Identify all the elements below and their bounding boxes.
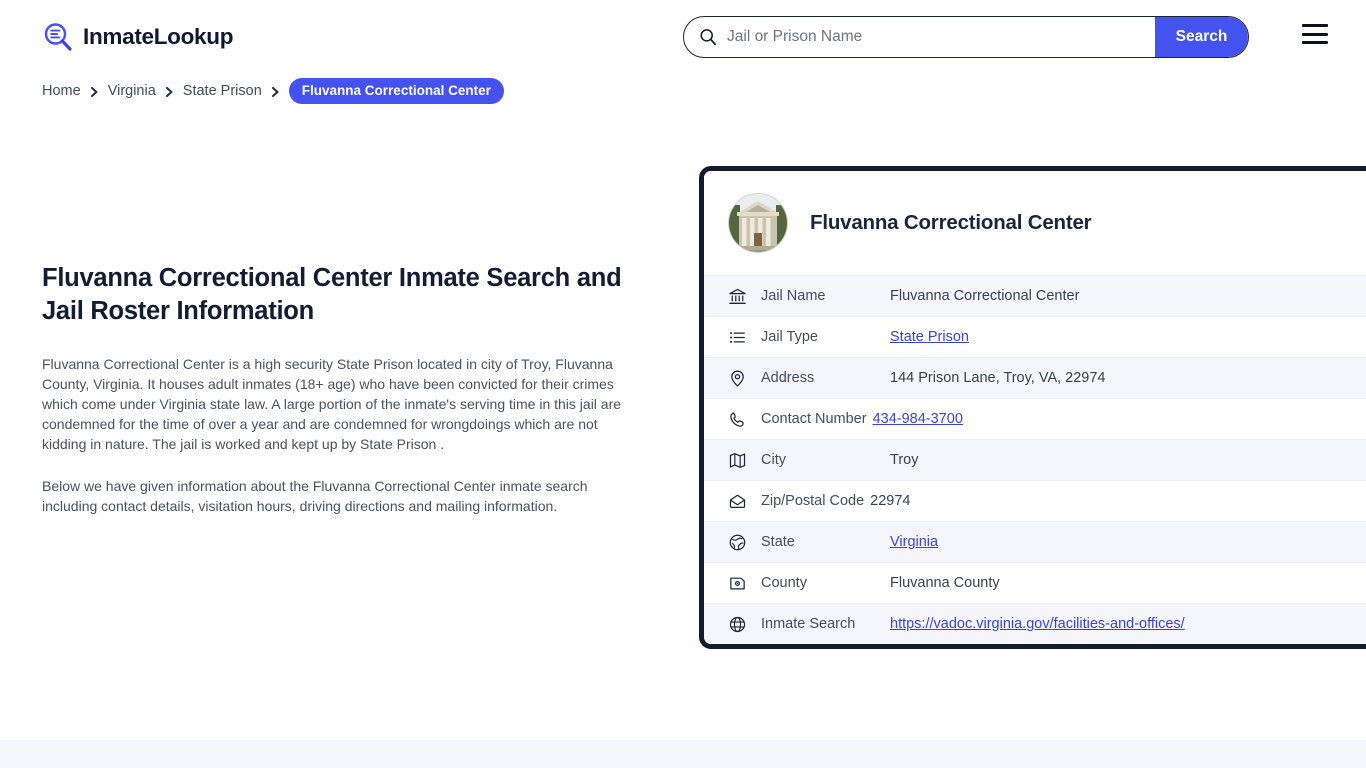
table-row: Jail Name Fluvanna Correctional Center	[704, 275, 1366, 316]
search-icon	[699, 28, 717, 46]
phone-icon	[728, 410, 747, 429]
table-row: Contact Number 434-984-3700	[704, 398, 1366, 439]
map-icon	[728, 451, 747, 470]
row-label: County	[761, 575, 884, 591]
footer-section-strip	[0, 740, 1366, 768]
row-value-link[interactable]: 434-984-3700	[873, 411, 963, 427]
secondary-paragraph: Below we have given information about th…	[42, 476, 638, 516]
table-row: Address 144 Prison Lane, Troy, VA, 22974	[704, 357, 1366, 398]
row-value-link[interactable]: State Prison	[890, 329, 969, 345]
list-icon	[728, 328, 747, 347]
breadcrumb: Home Virginia State Prison Fluvanna Corr…	[42, 78, 1366, 104]
chevron-right-icon	[271, 85, 280, 97]
intro-paragraph: Fluvanna Correctional Center is a high s…	[42, 354, 638, 454]
site-logo-link[interactable]: InmateLookup	[42, 21, 233, 53]
table-row: Zip/Postal Code 22974	[704, 480, 1366, 521]
hamburger-bar	[1302, 24, 1328, 27]
search-bar: Search	[683, 16, 1249, 58]
row-value: Fluvanna County	[890, 575, 1000, 591]
card-header: Fluvanna Correctional Center	[704, 171, 1366, 275]
row-value: Troy	[890, 452, 918, 468]
row-label: Zip/Postal Code	[761, 493, 864, 509]
table-row: Inmate Search https://vadoc.virginia.gov…	[704, 603, 1366, 644]
envelope-icon	[728, 492, 747, 511]
globe-state-icon	[728, 533, 747, 552]
hamburger-bar	[1302, 33, 1328, 36]
courthouse-building-photo	[728, 193, 788, 253]
table-row: City Troy	[704, 439, 1366, 480]
breadcrumb-item-virginia[interactable]: Virginia	[108, 83, 156, 99]
row-value: Fluvanna Correctional Center	[890, 288, 1079, 304]
search-input[interactable]	[727, 28, 1155, 46]
brand-name: InmateLookup	[83, 24, 233, 50]
table-row: Jail Type State Prison	[704, 316, 1366, 357]
site-header: InmateLookup Search	[0, 0, 1366, 74]
row-label: Contact Number	[761, 411, 867, 427]
search-button[interactable]: Search	[1155, 17, 1248, 57]
row-label: Jail Name	[761, 288, 884, 304]
county-marker-icon	[728, 574, 747, 593]
facility-info-card: Fluvanna Correctional Center Jail Name F…	[699, 166, 1366, 649]
row-label: City	[761, 452, 884, 468]
page-title: Fluvanna Correctional Center Inmate Sear…	[42, 262, 642, 328]
map-pin-icon	[728, 369, 747, 388]
table-row: County Fluvanna County	[704, 562, 1366, 603]
search-field	[684, 17, 1155, 57]
row-label: Inmate Search	[761, 616, 884, 632]
search-list-icon	[42, 21, 74, 53]
breadcrumb-current-badge: Fluvanna Correctional Center	[289, 78, 504, 104]
article-column: Fluvanna Correctional Center Inmate Sear…	[42, 262, 642, 516]
card-title: Fluvanna Correctional Center	[810, 211, 1091, 235]
row-value-link[interactable]: https://vadoc.virginia.gov/facilities-an…	[890, 616, 1185, 632]
hamburger-bar	[1302, 41, 1328, 44]
table-row: State Virginia	[704, 521, 1366, 562]
bank-building-icon	[728, 287, 747, 306]
chevron-right-icon	[90, 85, 99, 97]
row-value: 22974	[870, 493, 910, 509]
facility-details-table: Jail Name Fluvanna Correctional Center J…	[704, 275, 1366, 644]
breadcrumb-item-home[interactable]: Home	[42, 83, 81, 99]
breadcrumb-item-state-prison[interactable]: State Prison	[183, 83, 262, 99]
row-value: 144 Prison Lane, Troy, VA, 22974	[890, 370, 1106, 386]
row-value-link[interactable]: Virginia	[890, 534, 938, 550]
web-globe-icon	[728, 615, 747, 634]
row-label: Address	[761, 370, 884, 386]
row-label: Jail Type	[761, 329, 884, 345]
hamburger-menu-icon[interactable]	[1302, 24, 1328, 44]
chevron-right-icon	[165, 85, 174, 97]
row-label: State	[761, 534, 884, 550]
